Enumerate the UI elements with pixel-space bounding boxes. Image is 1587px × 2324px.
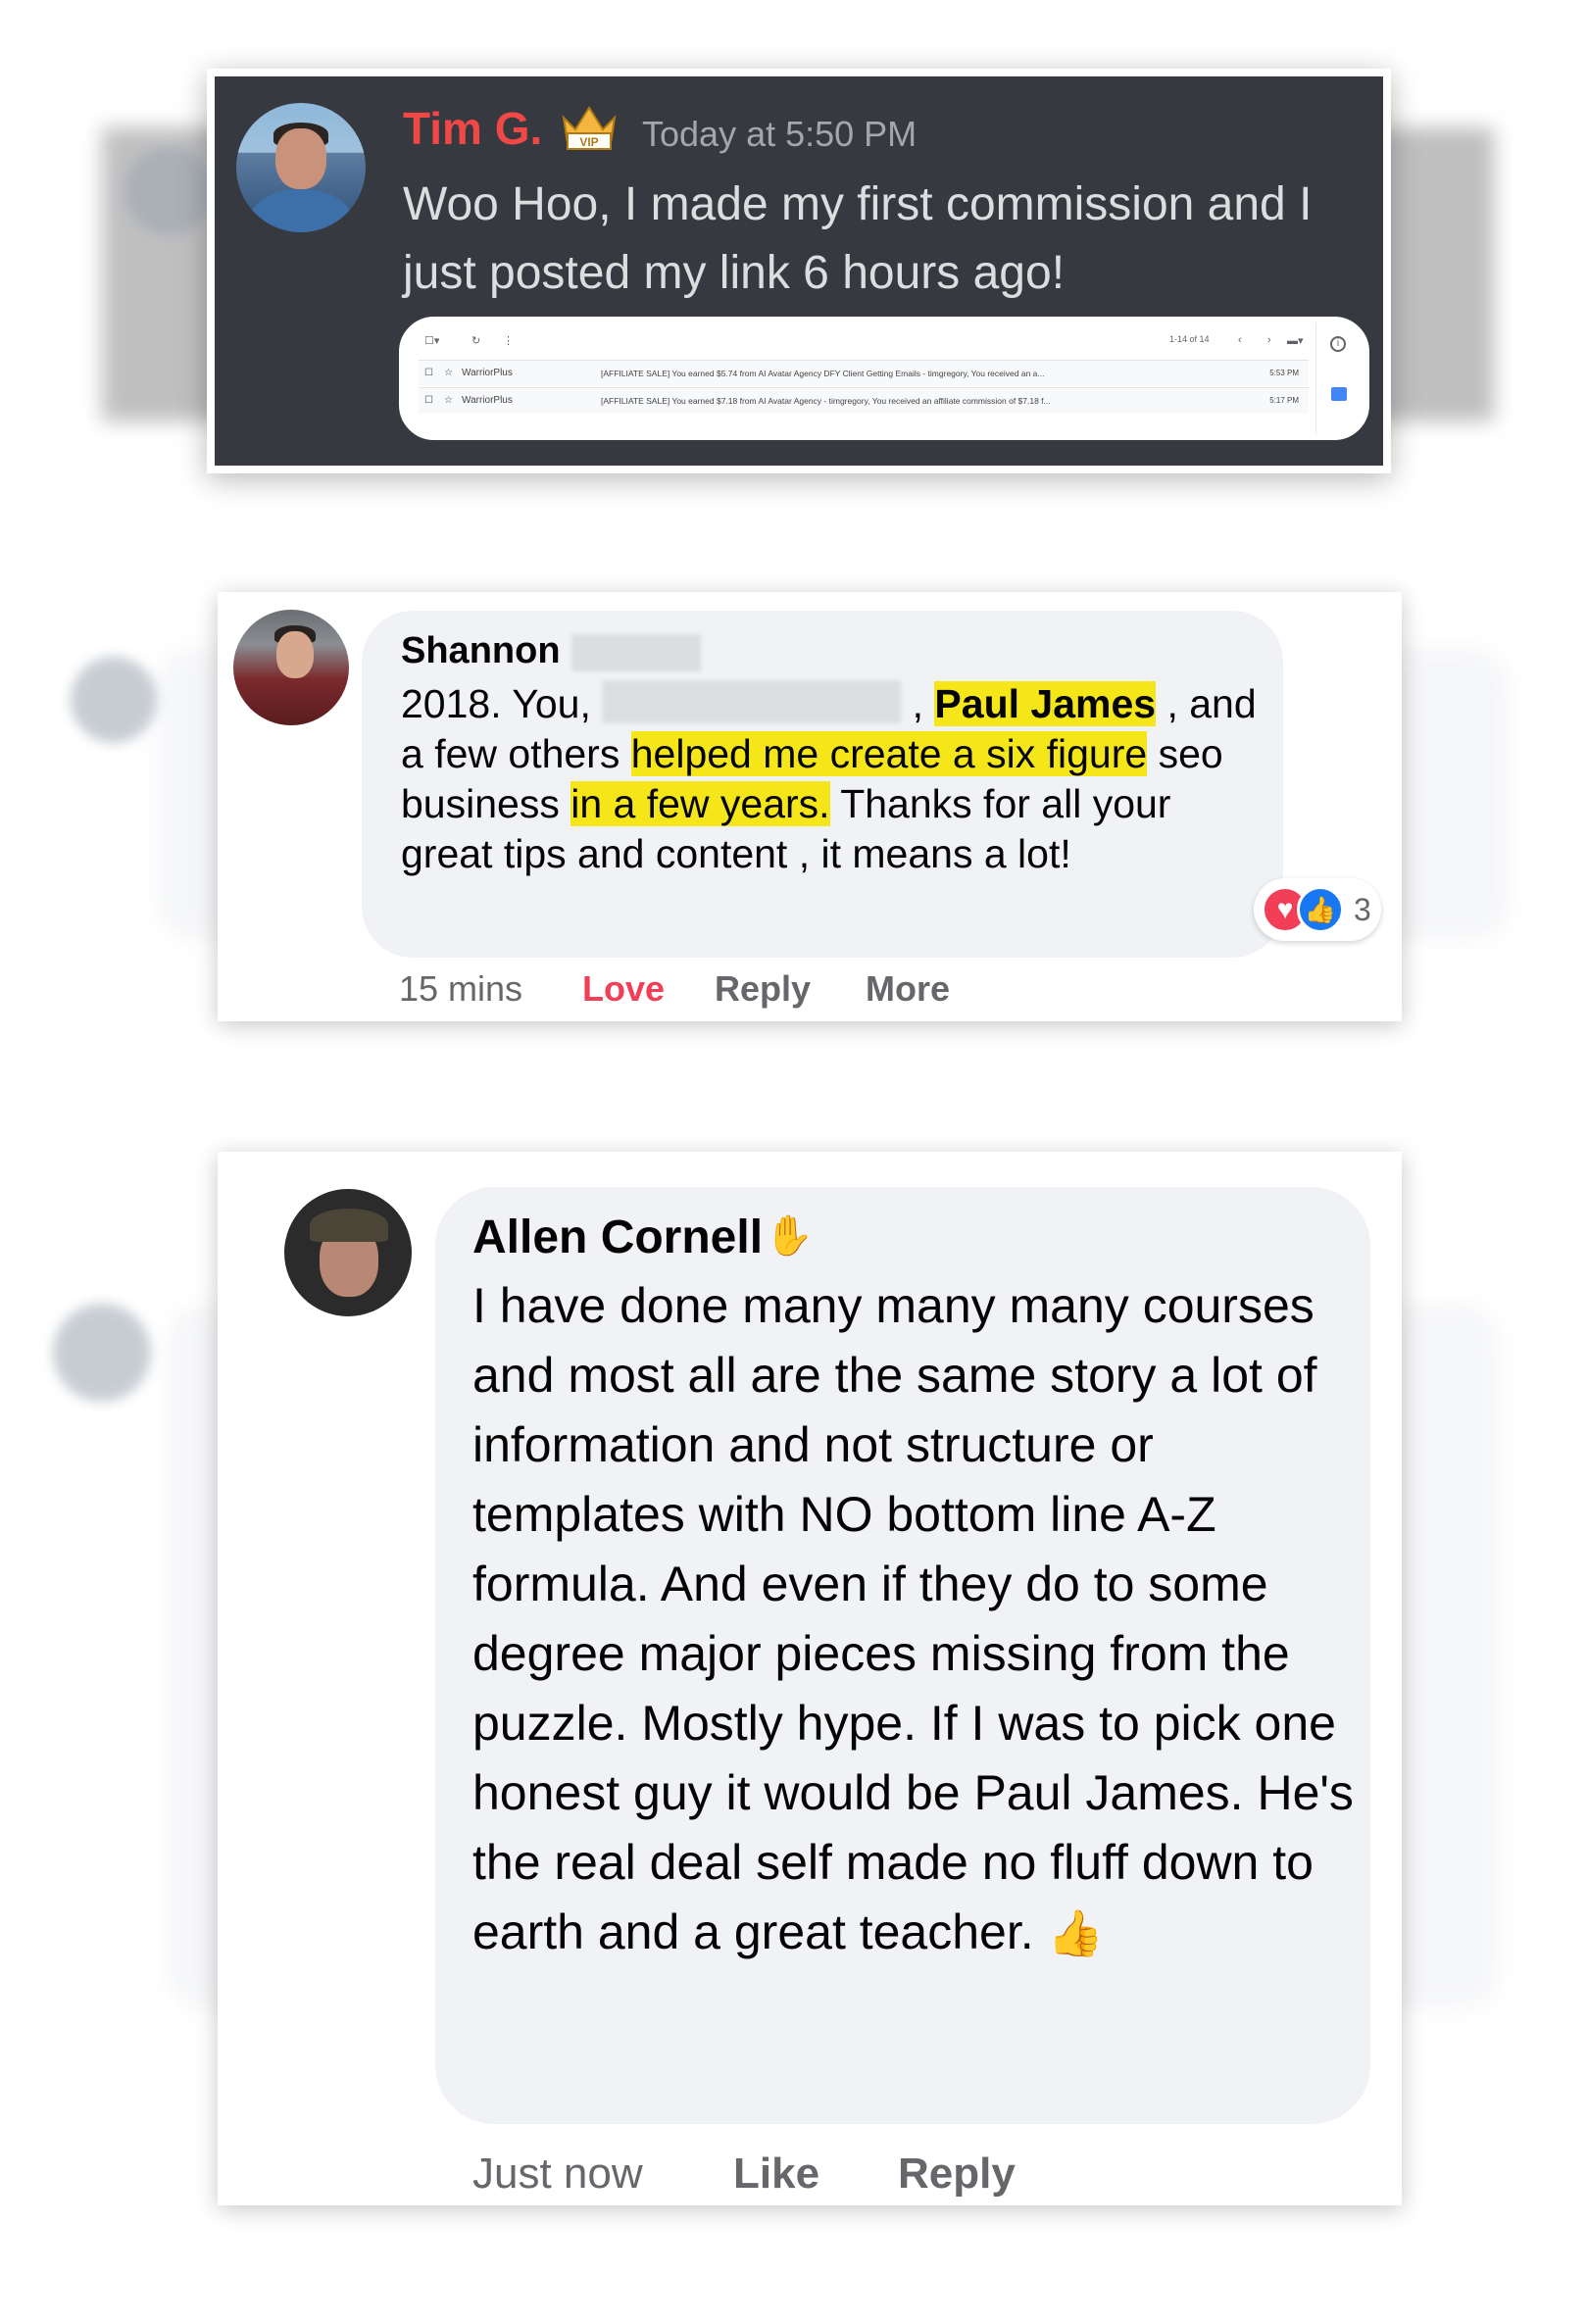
reply-button[interactable]: Reply: [898, 2150, 1016, 2199]
email-screenshot: ☐▾ ↻ ⋮ 1-14 of 14 ‹ › ▬▾ ☐ ☆ WarriorPlus…: [399, 317, 1369, 440]
love-button[interactable]: Love: [582, 968, 665, 1010]
more-button[interactable]: More: [866, 968, 950, 1010]
comment-bubble: Allen Cornell ✋ I have done many many ma…: [435, 1187, 1370, 2124]
author-name[interactable]: Shannon: [401, 630, 561, 672]
avatar[interactable]: [233, 610, 349, 725]
email-side-panel: i: [1315, 322, 1364, 434]
email-toolbar: ☐▾ ↻ ⋮ 1-14 of 14 ‹ › ▬▾: [424, 334, 1305, 356]
email-subject: [AFFILIATE SALE] You earned $5.74 from A…: [601, 369, 1045, 378]
message-text: Woo Hoo, I made my first commission and …: [403, 178, 1313, 299]
comment-bubble: Shannon 2018. You, , Paul James , and a …: [362, 611, 1283, 958]
reaction-count: 3: [1354, 892, 1371, 927]
author-name[interactable]: Allen Cornell: [472, 1211, 763, 1264]
select-checkbox-icon: ☐▾: [424, 335, 440, 347]
star-icon: ☆: [444, 368, 453, 378]
email-subject: [AFFILIATE SALE] You earned $7.18 from A…: [601, 396, 1051, 406]
chevron-right-icon: ›: [1267, 334, 1271, 346]
background-blur-avatar: [53, 1304, 151, 1402]
comment-timestamp[interactable]: Just now: [472, 2150, 643, 2199]
info-icon: i: [1330, 336, 1346, 352]
comment-text-part: 2018. You,: [401, 681, 603, 726]
like-reaction-icon: 👍: [1297, 886, 1344, 933]
redacted-surname: [571, 634, 701, 671]
like-button[interactable]: Like: [733, 2150, 819, 2199]
email-row: ☐ ☆ WarriorPlus [AFFILIATE SALE] You ear…: [419, 360, 1309, 386]
chevron-left-icon: ‹: [1238, 334, 1242, 346]
highlight-text: helped me create a six figure: [630, 731, 1148, 776]
background-blur-avatar: [71, 657, 157, 743]
avatar[interactable]: [236, 103, 366, 232]
star-icon: ☆: [444, 395, 453, 406]
discord-message-card: Tim G. VIP Today at 5:50 PM Woo Hoo, I m…: [207, 69, 1391, 473]
comment-timestamp[interactable]: 15 mins: [399, 968, 522, 1010]
svg-text:VIP: VIP: [579, 135, 598, 149]
thumbs-up-emoji: 👍: [1047, 1907, 1104, 1958]
email-sender: WarriorPlus: [462, 395, 513, 406]
comment-body: I have done many many many courses and m…: [472, 1278, 1354, 1959]
vip-crown-icon: VIP: [562, 106, 617, 150]
email-row: ☐ ☆ WarriorPlus [AFFILIATE SALE] You ear…: [419, 387, 1309, 414]
comment-text: I have done many many many courses and m…: [472, 1271, 1355, 1968]
checkbox-icon: ☐: [424, 395, 433, 406]
comment-text: 2018. You, , Paul James , and a few othe…: [401, 679, 1264, 879]
facebook-comment-card: Allen Cornell ✋ I have done many many ma…: [218, 1152, 1402, 2205]
message-timestamp: Today at 5:50 PM: [642, 114, 917, 154]
email-time: 5:17 PM: [1269, 396, 1299, 405]
redacted-name: [602, 680, 902, 723]
email-sender: WarriorPlus: [462, 368, 513, 378]
checkbox-icon: ☐: [424, 368, 433, 378]
facebook-comment-card: Shannon 2018. You, , Paul James , and a …: [218, 592, 1402, 1021]
highlight-mention[interactable]: Paul James: [934, 681, 1157, 726]
waving-hand-icon: ✋: [765, 1214, 814, 1258]
keyboard-icon: ▬▾: [1287, 335, 1304, 347]
reply-button[interactable]: Reply: [715, 968, 811, 1010]
refresh-icon: ↻: [471, 335, 481, 347]
highlight-text: in a few years.: [570, 781, 830, 826]
avatar[interactable]: [284, 1189, 412, 1316]
email-time: 5:53 PM: [1269, 369, 1299, 377]
more-icon: ⋮: [503, 335, 514, 347]
reaction-summary[interactable]: ♥ 👍 3: [1254, 878, 1381, 941]
calendar-icon: [1331, 387, 1347, 401]
background-blur-avatar: [125, 147, 214, 235]
comment-text-part: ,: [901, 681, 935, 726]
author-name[interactable]: Tim G.: [403, 102, 542, 155]
pagination-label: 1-14 of 14: [1169, 334, 1210, 344]
